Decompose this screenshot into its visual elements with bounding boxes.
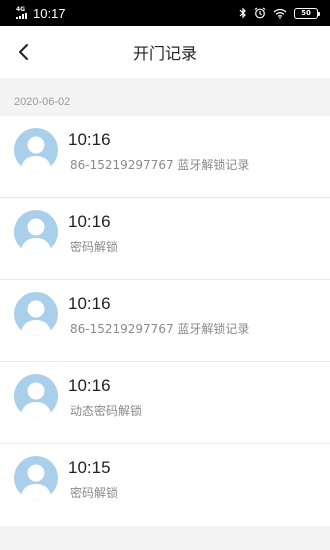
alarm-icon — [254, 7, 266, 19]
chevron-left-icon — [19, 44, 28, 60]
record-item[interactable]: 10:16 86-15219297767 蓝牙解锁记录 — [0, 280, 330, 362]
record-desc: 密码解锁 — [70, 486, 119, 500]
status-left: 4G 10:17 — [16, 6, 66, 21]
record-time: 10:16 — [68, 376, 111, 395]
battery-level: 50 — [301, 9, 311, 17]
record-time: 10:16 — [68, 294, 111, 313]
avatar-icon — [14, 210, 58, 254]
record-item[interactable]: 10:16 动态密码解锁 — [0, 362, 330, 444]
signal-icon: 4G — [16, 7, 27, 19]
status-time: 10:17 — [33, 5, 66, 21]
battery-icon: 50 — [294, 7, 320, 19]
record-desc: 86-15219297767 蓝牙解锁记录 — [70, 158, 250, 172]
avatar-icon — [14, 128, 58, 172]
wifi-icon — [273, 8, 287, 19]
record-item[interactable]: 10:16 密码解锁 — [0, 198, 330, 280]
avatar-icon — [14, 292, 58, 336]
avatar-icon — [14, 374, 58, 418]
record-time: 10:16 — [68, 212, 111, 231]
nav-bar: 开门记录 — [0, 26, 330, 78]
page-title: 开门记录 — [132, 44, 197, 63]
record-item[interactable]: 10:16 86-15219297767 蓝牙解锁记录 — [0, 116, 330, 198]
status-right: 50 — [239, 7, 320, 19]
avatar-icon — [14, 456, 58, 500]
record-item[interactable]: 10:15 密码解锁 — [0, 444, 330, 526]
record-desc: 动态密码解锁 — [70, 404, 143, 418]
records-list: 10:16 86-15219297767 蓝牙解锁记录 10:16 密码解锁 1… — [0, 116, 330, 526]
status-bar: 4G 10:17 50 — [0, 0, 330, 26]
bottom-spacer — [0, 526, 330, 550]
bluetooth-icon — [239, 7, 246, 19]
back-button[interactable] — [10, 39, 36, 65]
date-header: 2020-06-02 — [14, 96, 71, 108]
record-desc: 86-15219297767 蓝牙解锁记录 — [70, 322, 250, 336]
record-desc: 密码解锁 — [70, 240, 119, 254]
record-time: 10:16 — [68, 130, 111, 149]
record-time: 10:15 — [68, 458, 111, 477]
